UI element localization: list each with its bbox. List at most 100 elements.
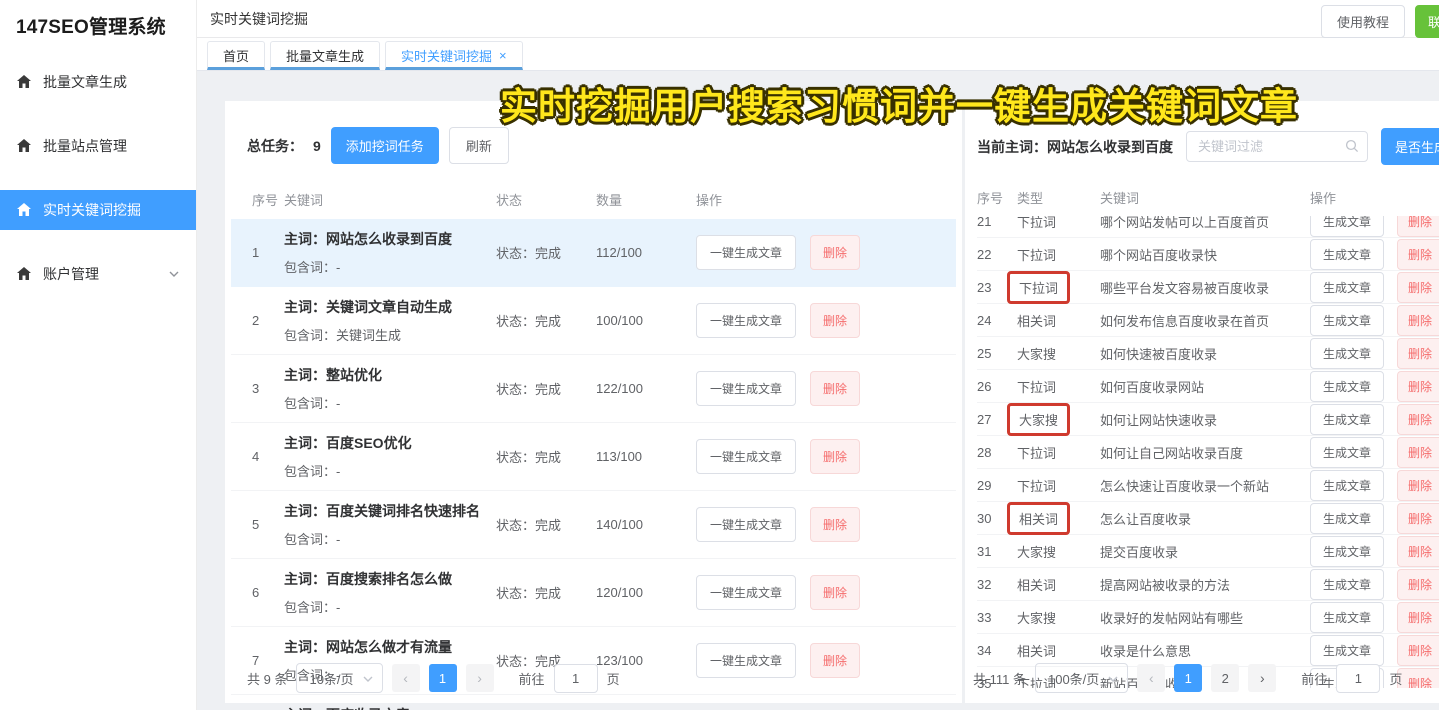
delete-button[interactable]: 删除 bbox=[1397, 503, 1439, 534]
keyword-type: 下拉词 bbox=[1017, 216, 1100, 233]
col-keyword: 关键词 bbox=[284, 190, 496, 209]
task-row: 2 主词：关键词文章自动生成 包含词：关键词生成 状态：完成 100/100 一… bbox=[231, 287, 956, 355]
contact-button[interactable]: 联系客服 bbox=[1415, 5, 1439, 38]
tasks-panel: 总任务： 9 添加挖词任务 刷新 序号 关键词 状态 数量 操作 1 主词：网站… bbox=[225, 101, 962, 703]
task-status: 状态：完成 bbox=[496, 379, 596, 398]
delete-button[interactable]: 删除 bbox=[810, 507, 860, 542]
tab-2[interactable]: 实时关键词挖掘× bbox=[385, 41, 523, 70]
delete-button[interactable]: 删除 bbox=[1397, 437, 1439, 468]
home-icon bbox=[16, 74, 32, 90]
keyword-type: 大家搜 bbox=[1017, 342, 1100, 365]
sidebar-item-3[interactable]: 账户管理 bbox=[0, 254, 196, 294]
delete-button[interactable]: 删除 bbox=[810, 371, 860, 406]
next-page-button[interactable]: › bbox=[1248, 664, 1276, 692]
keyword-row: 26 下拉词 如何百度收录网站 生成文章 删除 bbox=[977, 370, 1439, 403]
delete-button[interactable]: 删除 bbox=[1397, 216, 1439, 237]
task-count: 140/100 bbox=[596, 517, 696, 532]
delete-button[interactable]: 删除 bbox=[1397, 635, 1439, 666]
generate-article-button[interactable]: 一键生成文章 bbox=[696, 235, 796, 270]
delete-button[interactable]: 删除 bbox=[1397, 371, 1439, 402]
delete-button[interactable]: 删除 bbox=[810, 439, 860, 474]
next-page-button[interactable]: › bbox=[466, 664, 494, 692]
tasks-table-body: 1 主词：网站怎么收录到百度 包含词：- 状态：完成 112/100 一键生成文… bbox=[231, 219, 956, 710]
sidebar-item-2[interactable]: 实时关键词挖掘 bbox=[0, 190, 196, 230]
tab-1[interactable]: 批量文章生成 bbox=[270, 41, 380, 70]
task-main-word: 主词：网站怎么收录到百度 bbox=[284, 229, 496, 250]
page-title: 实时关键词挖掘 bbox=[210, 9, 308, 29]
delete-button[interactable]: 删除 bbox=[810, 643, 860, 678]
keyword-type: 相关词 bbox=[1017, 309, 1100, 332]
close-tab-icon[interactable]: × bbox=[499, 49, 507, 62]
generate-article-button[interactable]: 生成文章 bbox=[1310, 305, 1384, 336]
row-index: 33 bbox=[977, 610, 1017, 625]
generate-article-button[interactable]: 生成文章 bbox=[1310, 404, 1384, 435]
goto-page-input[interactable] bbox=[554, 664, 598, 693]
delete-button[interactable]: 删除 bbox=[1397, 668, 1439, 689]
generate-article-button[interactable]: 生成文章 bbox=[1310, 569, 1384, 600]
delete-button[interactable]: 删除 bbox=[810, 575, 860, 610]
home-icon bbox=[16, 266, 32, 282]
generate-article-button[interactable]: 生成文章 bbox=[1310, 536, 1384, 567]
task-count: 113/100 bbox=[596, 449, 696, 464]
delete-button[interactable]: 删除 bbox=[1397, 602, 1439, 633]
per-page-select[interactable]: 10条/页 bbox=[296, 663, 382, 693]
task-count: 122/100 bbox=[596, 381, 696, 396]
delete-button[interactable]: 删除 bbox=[1397, 569, 1439, 600]
row-index: 3 bbox=[252, 381, 284, 396]
generate-article-button[interactable]: 生成文章 bbox=[1310, 503, 1384, 534]
sidebar-item-0[interactable]: 批量文章生成 bbox=[0, 62, 196, 102]
goto-label: 前往 bbox=[519, 669, 545, 688]
generate-article-button[interactable]: 一键生成文章 bbox=[696, 439, 796, 474]
generate-article-button[interactable]: 一键生成文章 bbox=[696, 575, 796, 610]
generate-article-button[interactable]: 一键生成文章 bbox=[696, 507, 796, 542]
page-button-1[interactable]: 1 bbox=[429, 664, 457, 692]
per-page-select[interactable]: 100条/页 bbox=[1035, 663, 1128, 693]
delete-button[interactable]: 删除 bbox=[1397, 536, 1439, 567]
delete-button[interactable]: 删除 bbox=[1397, 305, 1439, 336]
row-index: 29 bbox=[977, 478, 1017, 493]
task-include-words: 包含词：- bbox=[284, 257, 496, 276]
delete-button[interactable]: 删除 bbox=[1397, 272, 1439, 303]
keyword-filter-input[interactable] bbox=[1186, 131, 1368, 162]
prev-page-button[interactable]: ‹ bbox=[1137, 664, 1165, 692]
row-index: 21 bbox=[977, 216, 1017, 229]
page-button-2[interactable]: 2 bbox=[1211, 664, 1239, 692]
generate-article-button[interactable]: 生成文章 bbox=[1310, 470, 1384, 501]
refresh-button[interactable]: 刷新 bbox=[449, 127, 509, 164]
generate-article-button[interactable]: 生成文章 bbox=[1310, 371, 1384, 402]
generate-article-button[interactable]: 生成文章 bbox=[1310, 216, 1384, 237]
delete-button[interactable]: 删除 bbox=[810, 235, 860, 270]
delete-button[interactable]: 删除 bbox=[1397, 338, 1439, 369]
goto-page-input[interactable] bbox=[1336, 664, 1380, 693]
generate-article-button[interactable]: 生成文章 bbox=[1310, 437, 1384, 468]
delete-button[interactable]: 删除 bbox=[1397, 470, 1439, 501]
delete-button[interactable]: 删除 bbox=[1397, 404, 1439, 435]
generate-article-button[interactable]: 生成文章 bbox=[1310, 602, 1384, 633]
row-index: 4 bbox=[252, 449, 284, 464]
generate-article-button[interactable]: 一键生成文章 bbox=[696, 303, 796, 338]
sidebar-item-1[interactable]: 批量站点管理 bbox=[0, 126, 196, 166]
col-index: 序号 bbox=[252, 190, 284, 209]
add-task-button[interactable]: 添加挖词任务 bbox=[331, 127, 439, 164]
generate-article-button[interactable]: 生成文章 bbox=[1310, 635, 1384, 666]
generate-article-button[interactable]: 生成文章 bbox=[1310, 239, 1384, 270]
prev-page-button[interactable]: ‹ bbox=[392, 664, 420, 692]
generate-all-button[interactable]: 是否生成全部 bbox=[1381, 128, 1439, 165]
delete-button[interactable]: 删除 bbox=[1397, 239, 1439, 270]
generate-article-button[interactable]: 生成文章 bbox=[1310, 338, 1384, 369]
delete-button[interactable]: 删除 bbox=[810, 303, 860, 338]
generate-article-button[interactable]: 生成文章 bbox=[1310, 272, 1384, 303]
chevron-down-icon bbox=[1107, 673, 1119, 685]
generate-article-button[interactable]: 一键生成文章 bbox=[696, 643, 796, 678]
keyword-text: 提高网站被收录的方法 bbox=[1100, 575, 1310, 594]
keyword-type: 大家搜 bbox=[1017, 606, 1100, 629]
generate-article-button[interactable]: 一键生成文章 bbox=[696, 371, 796, 406]
tab-0[interactable]: 首页 bbox=[207, 41, 265, 70]
total-tasks-label: 总任务： bbox=[247, 136, 303, 156]
keywords-table-body: 21 下拉词 哪个网站发帖可以上百度首页 生成文章 删除 22 下拉词 哪个网站… bbox=[977, 216, 1439, 688]
task-row: 6 主词：百度搜索排名怎么做 包含词：- 状态：完成 120/100 一键生成文… bbox=[231, 559, 956, 627]
keyword-text: 如何让自己网站收录百度 bbox=[1100, 443, 1310, 462]
keyword-text: 哪些平台发文容易被百度收录 bbox=[1100, 278, 1310, 297]
tutorial-button[interactable]: 使用教程 bbox=[1321, 5, 1405, 38]
page-button-1[interactable]: 1 bbox=[1174, 664, 1202, 692]
